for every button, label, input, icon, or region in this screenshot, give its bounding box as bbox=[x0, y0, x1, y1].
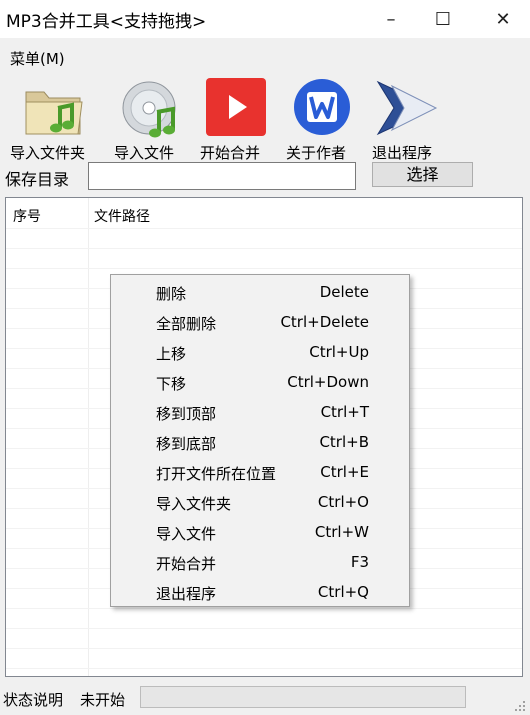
menu-item-label: 全部删除 bbox=[156, 315, 217, 333]
menu-item-label: 移到顶部 bbox=[156, 405, 217, 423]
menu-item-shortcut: Ctrl+Up bbox=[309, 343, 369, 361]
menu-item-import-file[interactable]: 导入文件 Ctrl+W bbox=[111, 517, 409, 547]
maximize-icon: ☐ bbox=[434, 8, 452, 30]
menu-item-label: 导入文件夹 bbox=[156, 495, 232, 513]
menu-item-move-bottom[interactable]: 移到底部 Ctrl+B bbox=[111, 427, 409, 457]
exit-arrow-icon bbox=[376, 80, 438, 136]
menu-item-move-down[interactable]: 下移 Ctrl+Down bbox=[111, 367, 409, 397]
menu-main[interactable]: 菜单(M) bbox=[10, 48, 65, 69]
menu-item-label: 下移 bbox=[156, 375, 187, 393]
menu-item-delete[interactable]: 删除 Delete bbox=[111, 277, 409, 307]
resize-grip-icon[interactable] bbox=[512, 698, 526, 712]
import-folder-label: 导入文件夹 bbox=[10, 144, 86, 162]
menu-bar: 菜单(M) bbox=[0, 38, 530, 74]
import-folder-button[interactable]: 导入文件夹 bbox=[10, 78, 98, 164]
folder-music-icon bbox=[25, 91, 83, 135]
import-file-button[interactable]: 导入文件 bbox=[114, 78, 188, 164]
start-merge-button[interactable]: 开始合并 bbox=[200, 78, 272, 164]
menu-item-label: 退出程序 bbox=[156, 585, 217, 603]
row-divider bbox=[6, 228, 522, 229]
row-divider bbox=[6, 248, 522, 249]
about-author-label: 关于作者 bbox=[286, 144, 347, 162]
save-dir-label: 保存目录 bbox=[5, 170, 70, 189]
column-header-index[interactable]: 序号 bbox=[13, 206, 41, 226]
exit-label: 退出程序 bbox=[372, 144, 433, 162]
menu-item-shortcut: F3 bbox=[350, 553, 369, 571]
window-title: MP3合并工具<支持拖拽> bbox=[6, 12, 207, 32]
row-divider bbox=[6, 668, 522, 669]
menu-item-start-merge[interactable]: 开始合并 F3 bbox=[111, 547, 409, 577]
row-divider bbox=[6, 648, 522, 649]
menu-item-label: 移到底部 bbox=[156, 435, 217, 453]
menu-item-label: 开始合并 bbox=[156, 555, 217, 573]
start-merge-label: 开始合并 bbox=[200, 144, 261, 162]
menu-item-shortcut: Ctrl+T bbox=[320, 403, 369, 421]
row-divider bbox=[6, 608, 522, 609]
menu-item-shortcut: Delete bbox=[319, 283, 369, 301]
context-menu: 删除 Delete 全部删除 Ctrl+Delete 上移 Ctrl+Up 下移… bbox=[110, 274, 410, 607]
w-logo-icon bbox=[294, 79, 350, 135]
menu-item-open-location[interactable]: 打开文件所在位置 Ctrl+E bbox=[111, 457, 409, 487]
progress-bar bbox=[140, 686, 466, 708]
menu-item-exit[interactable]: 退出程序 Ctrl+Q bbox=[111, 577, 409, 607]
menu-item-shortcut: Ctrl+B bbox=[319, 433, 369, 451]
menu-item-shortcut: Ctrl+O bbox=[317, 493, 369, 511]
title-bar: MP3合并工具<支持拖拽> – ☐ ✕ bbox=[0, 0, 530, 38]
menu-item-label: 打开文件所在位置 bbox=[156, 465, 277, 483]
maximize-button[interactable]: ☐ bbox=[420, 0, 466, 38]
import-file-label: 导入文件 bbox=[114, 144, 175, 162]
row-divider bbox=[6, 268, 522, 269]
menu-item-label: 导入文件 bbox=[156, 525, 217, 543]
column-divider bbox=[88, 198, 89, 676]
menu-item-label: 上移 bbox=[156, 345, 187, 363]
play-icon bbox=[206, 78, 266, 136]
minimize-icon: – bbox=[386, 8, 396, 30]
choose-button[interactable]: 选择 bbox=[372, 162, 473, 187]
status-value: 未开始 bbox=[80, 691, 126, 709]
close-button[interactable]: ✕ bbox=[480, 0, 526, 38]
cd-music-icon bbox=[122, 81, 176, 138]
save-dir-input[interactable] bbox=[88, 162, 356, 190]
row-divider bbox=[6, 628, 522, 629]
menu-item-shortcut: Ctrl+W bbox=[314, 523, 369, 541]
column-header-path[interactable]: 文件路径 bbox=[94, 206, 150, 226]
menu-item-import-folder[interactable]: 导入文件夹 Ctrl+O bbox=[111, 487, 409, 517]
close-icon: ✕ bbox=[495, 8, 511, 30]
menu-item-shortcut: Ctrl+E bbox=[320, 463, 369, 481]
menu-item-shortcut: Ctrl+Q bbox=[317, 583, 369, 601]
status-label: 状态说明 bbox=[3, 691, 64, 709]
exit-button[interactable]: 退出程序 bbox=[372, 78, 444, 164]
menu-item-move-up[interactable]: 上移 Ctrl+Up bbox=[111, 337, 409, 367]
menu-item-shortcut: Ctrl+Delete bbox=[280, 313, 369, 331]
menu-item-label: 删除 bbox=[156, 285, 187, 303]
menu-item-move-top[interactable]: 移到顶部 Ctrl+T bbox=[111, 397, 409, 427]
minimize-button[interactable]: – bbox=[368, 0, 414, 38]
about-author-button[interactable]: 关于作者 bbox=[286, 78, 358, 164]
menu-item-delete-all[interactable]: 全部删除 Ctrl+Delete bbox=[111, 307, 409, 337]
menu-item-shortcut: Ctrl+Down bbox=[287, 373, 369, 391]
